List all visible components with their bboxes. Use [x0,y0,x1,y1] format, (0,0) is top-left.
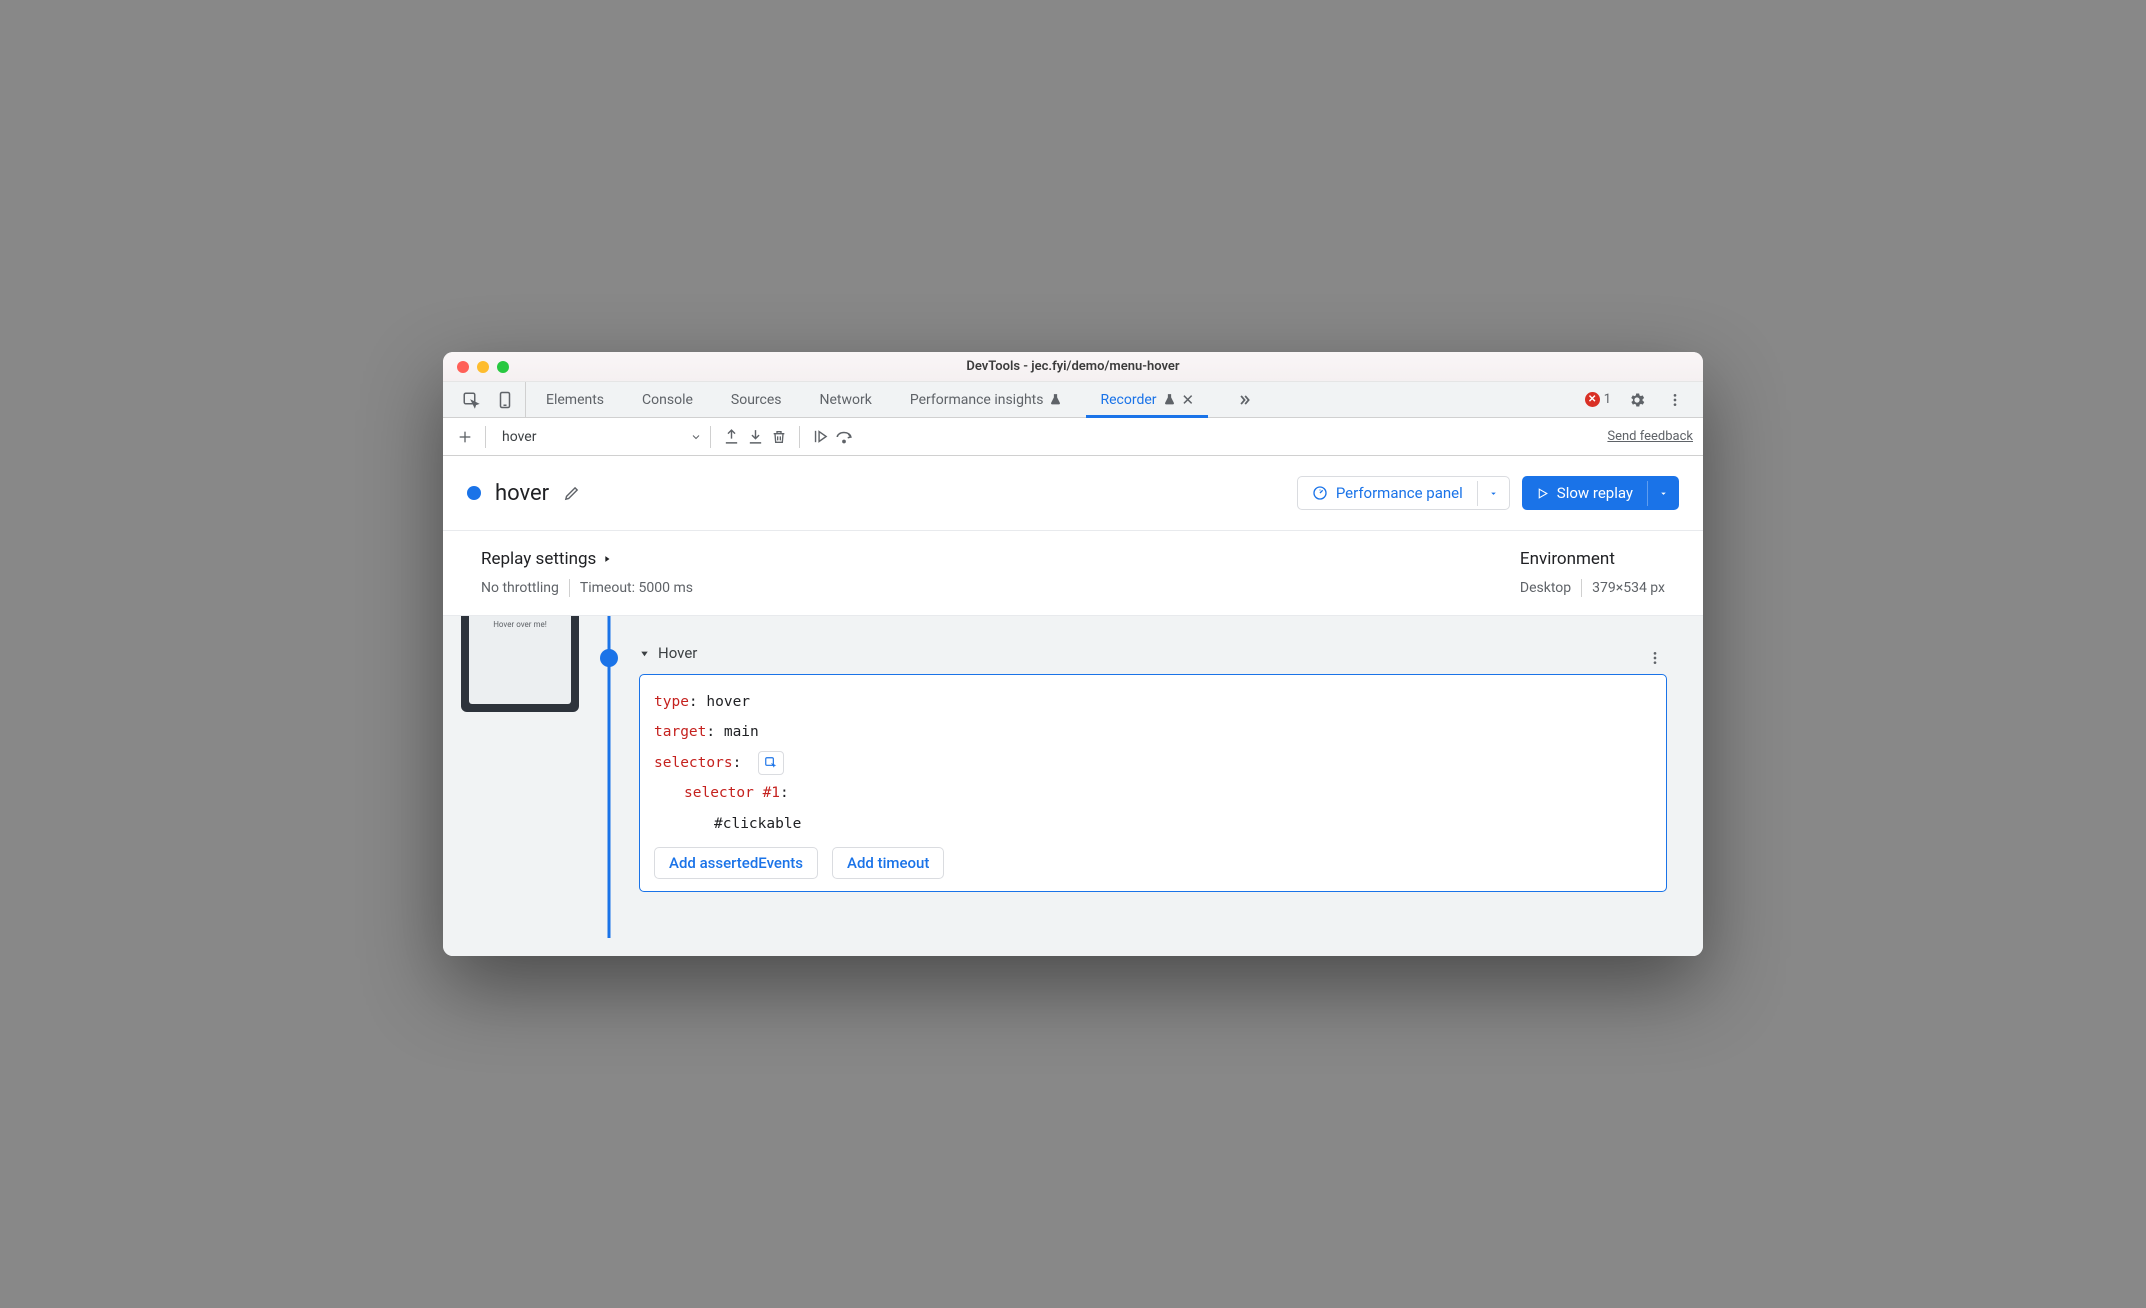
import-icon[interactable] [743,425,767,449]
tab-console[interactable]: Console [642,382,693,417]
minimize-window-button[interactable] [477,361,489,373]
add-timeout-button[interactable]: Add timeout [832,847,944,879]
timeline-line [579,616,639,938]
settings-row: Replay settings No throttling Timeout: 5… [443,531,1703,616]
tab-network[interactable]: Network [820,382,872,417]
recording-status-dot [467,486,481,500]
play-icon [1536,487,1549,500]
delete-icon[interactable] [767,425,791,449]
tab-recorder[interactable]: Recorder ✕ [1100,382,1194,417]
performance-panel-button[interactable]: Performance panel [1297,476,1510,510]
tab-sources[interactable]: Sources [731,382,782,417]
send-feedback-link[interactable]: Send feedback [1607,429,1693,444]
titlebar: DevTools - jec.fyi/demo/menu-hover [443,352,1703,382]
edit-name-icon[interactable] [559,481,583,505]
more-tabs-icon[interactable] [1232,388,1256,412]
step-title: Hover [658,644,697,662]
element-picker-icon[interactable] [758,751,784,775]
gauge-icon [1312,485,1328,501]
selector-1-value[interactable]: #clickable [654,809,1652,839]
error-count: 1 [1604,392,1611,407]
add-asserted-events-button[interactable]: Add assertedEvents [654,847,818,879]
step-kebab-menu-icon[interactable] [1643,646,1667,670]
settings-gear-icon[interactable] [1625,388,1649,412]
continue-icon[interactable] [808,425,832,449]
devtools-window: DevTools - jec.fyi/demo/menu-hover Eleme… [443,352,1703,956]
environment-title: Environment [1520,549,1665,569]
recorder-toolbar: hover Send feedback [443,418,1703,456]
step-type-row[interactable]: type: hover [654,687,1652,717]
inspect-icon[interactable] [459,388,483,412]
step-header[interactable]: Hover [639,644,1685,662]
timeline-dot [600,649,618,667]
add-recording-icon[interactable] [453,425,477,449]
chevron-down-icon[interactable] [1647,481,1679,506]
chevron-down-icon [690,431,702,443]
slow-replay-button[interactable]: Slow replay [1522,476,1679,510]
step-target-row[interactable]: target: main [654,717,1652,747]
close-tab-icon[interactable]: ✕ [1182,391,1195,409]
timeout-value: Timeout: 5000 ms [580,580,693,596]
dimensions-value: 379×534 px [1592,580,1665,596]
device-toggle-icon[interactable] [493,388,517,412]
chevron-down-icon [639,648,650,659]
window-title: DevTools - jec.fyi/demo/menu-hover [443,359,1703,374]
flask-icon [1163,393,1176,406]
kebab-menu-icon[interactable] [1663,388,1687,412]
chevron-down-icon[interactable] [1477,481,1509,506]
error-badge[interactable]: ✕ 1 [1585,392,1611,407]
maximize-window-button[interactable] [497,361,509,373]
flask-icon [1049,393,1062,406]
traffic-lights [443,361,509,373]
chevron-right-icon [602,554,612,564]
tab-performance-insights[interactable]: Performance insights [910,382,1063,417]
tab-elements[interactable]: Elements [546,382,604,417]
recording-header: hover Performance panel [443,456,1703,531]
selector-1-row[interactable]: selector #1: [654,778,1652,808]
close-window-button[interactable] [457,361,469,373]
recording-name: hover [495,481,549,506]
step-details-box: type: hover target: main selectors: sele… [639,674,1667,892]
device-value: Desktop [1520,580,1571,596]
export-icon[interactable] [719,425,743,449]
throttling-value: No throttling [481,580,559,596]
step-thumbnail: Hover over me! [461,616,579,938]
panel-tabbar: Elements Console Sources Network Perform… [443,382,1703,418]
step-over-icon[interactable] [832,425,856,449]
recording-select[interactable]: hover [502,429,702,445]
thumbnail-text: Hover over me! [469,616,571,704]
replay-settings-toggle[interactable]: Replay settings [481,549,693,569]
step-selectors-row[interactable]: selectors: [654,748,1652,778]
steps-content: Hover over me! Hover type: ho [443,616,1703,956]
error-icon: ✕ [1585,392,1600,407]
